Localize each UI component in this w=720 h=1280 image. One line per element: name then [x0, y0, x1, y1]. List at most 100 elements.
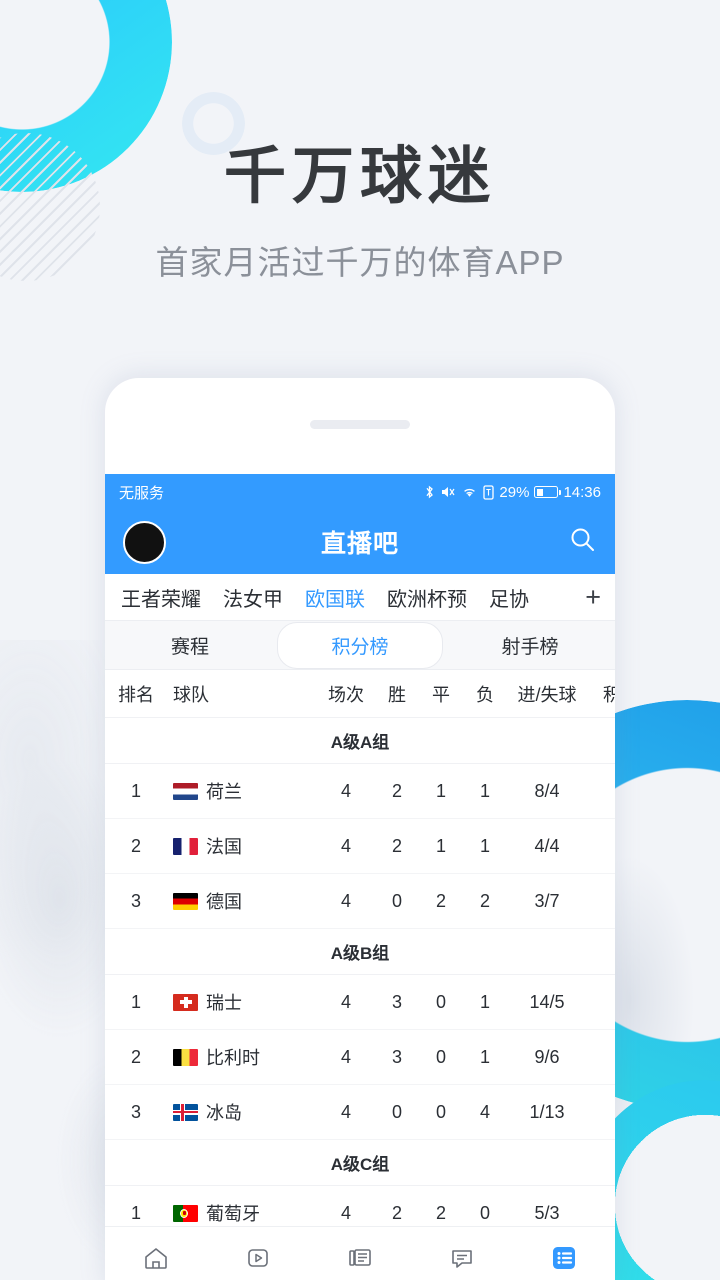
header-points: 积分 [603, 684, 615, 705]
cell-team: 法国 [167, 833, 317, 859]
cell-win: 0 [391, 1101, 402, 1122]
cell-goals: 8/4 [534, 780, 560, 801]
nav-item-chat[interactable] [411, 1243, 513, 1273]
nav-item-home[interactable] [105, 1243, 207, 1273]
cell-played: 4 [340, 835, 351, 856]
category-tab-bar[interactable]: 王者荣耀 法女甲 欧国联 欧洲杯预 足协 + [105, 574, 615, 620]
cell-draw: 0 [435, 1046, 446, 1067]
cell-team: 冰岛 [167, 1099, 317, 1125]
category-tab-fanvjia[interactable]: 法女甲 [223, 583, 283, 612]
category-tab-zuxie[interactable]: 足协 [489, 583, 529, 612]
cell-rank: 2 [130, 1046, 141, 1067]
sub-tab-bar[interactable]: 赛程 积分榜 射手榜 [105, 620, 615, 670]
cell-team-label: 法国 [206, 837, 242, 857]
cell-played: 4 [340, 991, 351, 1012]
mute-icon [442, 487, 455, 497]
cell-points: 9 [587, 1047, 615, 1068]
cell-played: 4 [340, 1101, 351, 1122]
search-button[interactable] [568, 525, 597, 559]
page-title: 千万球迷 [223, 142, 496, 211]
tab-schedule[interactable]: 赛程 [105, 632, 275, 659]
flag-netherlands [173, 782, 198, 800]
flag-france [173, 837, 198, 855]
tab-scorers-label: 射手榜 [501, 636, 559, 658]
cell-points: 0 [587, 1102, 615, 1123]
cell-draw: 0 [435, 991, 446, 1012]
nav-item-news[interactable] [309, 1243, 411, 1273]
category-tab-ouguolian[interactable]: 欧国联 [305, 583, 365, 612]
cell-loss: 2 [479, 890, 490, 911]
cell-goals: 4/4 [534, 835, 560, 856]
tab-schedule-label: 赛程 [170, 636, 209, 658]
header-team: 球队 [173, 684, 209, 705]
cell-win: 2 [391, 780, 402, 801]
header-goals: 进/失球 [517, 684, 577, 705]
flag-switzerland [173, 993, 198, 1011]
cell-team: 比利时 [167, 1044, 317, 1070]
cell-team: 德国 [167, 888, 317, 914]
flag-belgium [173, 1048, 198, 1066]
table-row[interactable]: 3 冰岛 4 0 0 4 1/13 0 [105, 1085, 615, 1140]
group-header: A级A组 [105, 718, 615, 764]
cell-goals: 9/6 [534, 1046, 560, 1067]
tab-standings[interactable]: 积分榜 [275, 621, 445, 669]
cell-team-label: 荷兰 [206, 782, 242, 802]
table-row[interactable]: 2 比利时 4 3 0 1 9/6 9 [105, 1030, 615, 1085]
page-subtitle: 首家月活过千万的体育APP [155, 244, 565, 282]
cell-played: 4 [340, 890, 351, 911]
sim-icon [483, 484, 495, 500]
table-row[interactable]: 3 德国 4 0 2 2 3/7 2 [105, 874, 615, 929]
avatar[interactable] [123, 520, 166, 564]
carrier-label: 无服务 [119, 484, 165, 502]
cell-win: 0 [391, 890, 402, 911]
table-row[interactable]: 2 法国 4 2 1 1 4/4 7 [105, 819, 615, 874]
cell-loss: 1 [479, 780, 490, 801]
table-row[interactable]: 1 荷兰 4 2 1 1 8/4 7 [105, 764, 615, 819]
category-tab-wangzhe[interactable]: 王者荣耀 [121, 583, 201, 612]
list-icon [553, 1246, 575, 1269]
clock-label: 14:36 [563, 483, 601, 501]
cell-team-label: 比利时 [206, 1048, 260, 1068]
table-row[interactable]: 1 瑞士 4 3 0 1 14/5 9 [105, 975, 615, 1030]
cell-rank: 1 [130, 780, 141, 801]
nav-item-standings[interactable] [513, 1243, 615, 1273]
cell-points: 2 [587, 891, 615, 912]
phone-mockup: 无服务 29% 14:36 直播吧 王者荣耀 法女甲 欧国联 欧洲杯预 足协 +… [105, 378, 615, 1280]
app-title: 直播吧 [320, 530, 399, 558]
battery-percent: 29% [499, 483, 530, 501]
bottom-navigation[interactable] [105, 1226, 615, 1280]
cell-draw: 2 [435, 890, 446, 911]
cell-team-label: 冰岛 [206, 1103, 242, 1123]
plus-icon[interactable]: + [585, 583, 601, 611]
flag-iceland [173, 1103, 198, 1121]
cell-loss: 1 [479, 991, 490, 1012]
group-header: A级B组 [105, 929, 615, 975]
search-icon [571, 528, 594, 551]
header-loss: 负 [476, 684, 494, 705]
cell-goals: 3/7 [534, 890, 560, 911]
cell-played: 4 [340, 1202, 351, 1223]
category-overflow-fade: + [545, 574, 615, 620]
cell-points: 7 [587, 836, 615, 857]
status-bar: 无服务 29% 14:36 [105, 474, 615, 510]
home-icon [145, 1247, 167, 1269]
bluetooth-icon [426, 485, 434, 499]
header-draw: 平 [432, 684, 450, 705]
nav-item-video[interactable] [207, 1243, 309, 1273]
category-tab-ouzhoubei[interactable]: 欧洲杯预 [387, 583, 467, 612]
cell-points: 8 [587, 1203, 615, 1224]
cell-rank: 3 [130, 1101, 141, 1122]
cell-goals: 5/3 [534, 1202, 560, 1223]
hero-section: 千万球迷 首家月活过千万的体育APP [0, 140, 720, 284]
cell-loss: 1 [479, 835, 490, 856]
cell-team-label: 瑞士 [206, 993, 242, 1013]
cell-win: 2 [391, 835, 402, 856]
wifi-icon [464, 488, 476, 497]
standings-table: A级A组 1 荷兰 4 2 1 1 8/4 7 2 法国 4 2 1 1 4/4 7 3 德国 4 0 2 2 3/7 2 A级B… [105, 718, 615, 1241]
cell-draw: 0 [435, 1101, 446, 1122]
cell-points: 7 [587, 781, 615, 802]
header-win: 胜 [388, 684, 406, 705]
tab-scorers[interactable]: 射手榜 [445, 632, 615, 659]
cell-rank: 3 [130, 890, 141, 911]
cell-team-label: 葡萄牙 [206, 1204, 260, 1224]
